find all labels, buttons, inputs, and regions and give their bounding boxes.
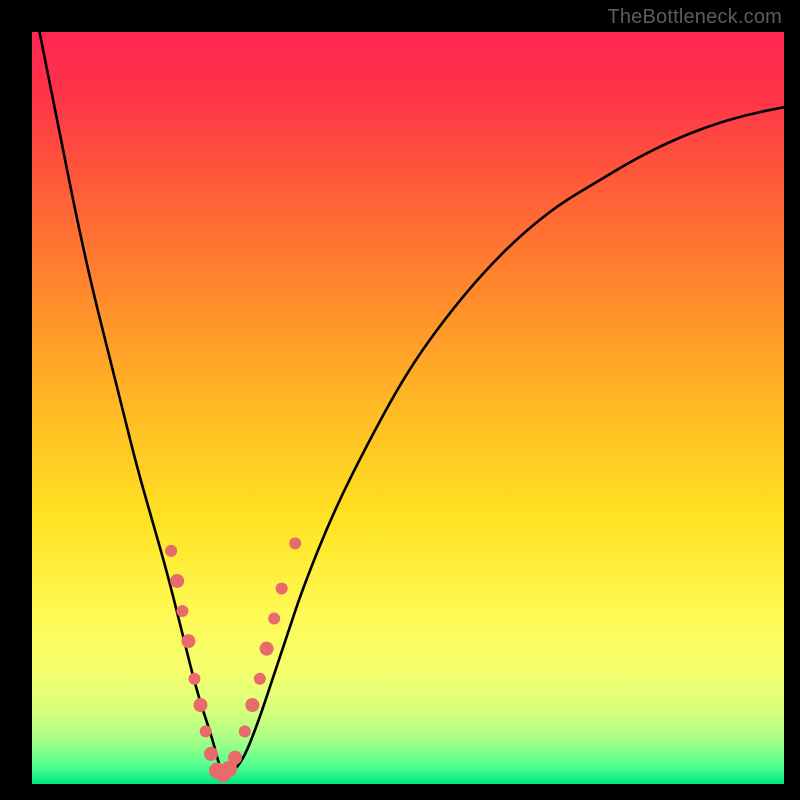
data-marker bbox=[204, 747, 218, 761]
marker-group bbox=[165, 537, 301, 782]
data-marker bbox=[176, 605, 188, 617]
plot-area bbox=[32, 32, 784, 784]
data-marker bbox=[254, 673, 266, 685]
data-marker bbox=[289, 537, 301, 549]
data-marker bbox=[181, 634, 195, 648]
data-marker bbox=[165, 545, 177, 557]
data-marker bbox=[239, 725, 251, 737]
data-marker bbox=[193, 698, 207, 712]
data-marker bbox=[188, 673, 200, 685]
data-marker bbox=[200, 725, 212, 737]
data-marker bbox=[276, 582, 288, 594]
data-marker bbox=[228, 751, 242, 765]
data-marker bbox=[245, 698, 259, 712]
bottleneck-curve bbox=[32, 32, 784, 774]
data-marker bbox=[268, 613, 280, 625]
curve-layer bbox=[32, 32, 784, 784]
watermark-text: TheBottleneck.com bbox=[607, 6, 782, 29]
data-marker bbox=[170, 574, 184, 588]
chart-frame: TheBottleneck.com bbox=[0, 0, 800, 800]
data-marker bbox=[260, 642, 274, 656]
